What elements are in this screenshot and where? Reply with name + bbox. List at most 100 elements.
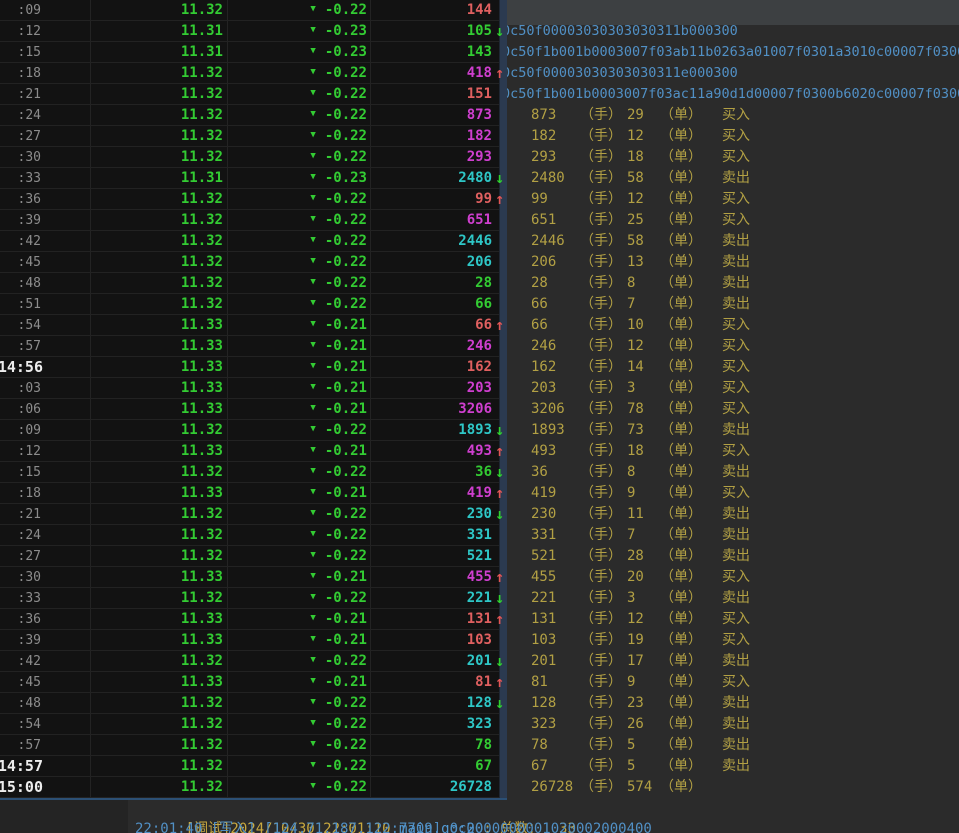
tick-arrow-cell [494,105,506,125]
tick-change-value: -0.22 [325,128,367,144]
down-triangle-icon: ▼ [310,697,315,707]
tick-row[interactable]: :1211.31▼-0.23105↓ [0,21,507,42]
trade-volume: 103 [531,630,580,651]
tick-row[interactable]: :1211.33▼-0.21493↑ [0,441,507,462]
tick-row[interactable]: :3911.32▼-0.22651 [0,210,507,231]
tick-row[interactable]: :3011.32▼-0.22293 [0,147,507,168]
tick-row[interactable]: :3911.33▼-0.21103 [0,630,507,651]
tick-row[interactable]: 14:5611.33▼-0.21162 [0,357,507,378]
screen: 0c50f00003030303030311b0003000c50f1b001b… [0,0,959,833]
console-line-trade: 36（手）8（单）卖出 [507,462,959,483]
tick-row[interactable]: :2711.32▼-0.22521 [0,546,507,567]
tick-row[interactable]: 14:5711.32▼-0.2267 [0,756,507,777]
tick-row[interactable]: :4811.32▼-0.2228 [0,273,507,294]
down-triangle-icon: ▼ [310,571,315,581]
lots-unit-label: （手） [580,546,627,567]
console-line-trade: 66（手）10（单）买入 [507,315,959,336]
tick-time: :36 [0,609,91,629]
tick-time: :39 [0,210,91,230]
tick-change: ▼-0.22 [228,462,371,482]
tick-volume: 873 [371,105,494,125]
tick-change-value: -0.21 [325,632,367,648]
orders-unit-label: （单） [660,252,722,273]
tick-rows: :0911.32▼-0.22144:1211.31▼-0.23105↓:1511… [0,0,507,798]
tick-row[interactable]: :3611.33▼-0.21131↑ [0,609,507,630]
trade-volume: 66 [531,294,580,315]
tick-row[interactable]: :4211.32▼-0.222446 [0,231,507,252]
tick-price: 11.32 [91,294,228,314]
tick-time: :24 [0,525,91,545]
tick-price: 11.33 [91,399,228,419]
tick-price: 11.33 [91,441,228,461]
lots-unit-label: （手） [580,714,627,735]
lots-unit-label: （手） [580,651,627,672]
trade-direction: 买入 [722,378,750,399]
tick-row[interactable]: :4511.33▼-0.2181↑ [0,672,507,693]
tick-row[interactable]: :4211.32▼-0.22201↓ [0,651,507,672]
tick-row[interactable]: :2111.32▼-0.22151 [0,84,507,105]
trade-volume: 203 [531,378,580,399]
tick-volume: 151 [371,84,494,104]
tick-row[interactable]: :3311.32▼-0.22221↓ [0,588,507,609]
tick-volume: 203 [371,378,494,398]
trade-direction: 买入 [722,210,750,231]
tick-row[interactable]: :1811.32▼-0.22418↑ [0,63,507,84]
console-line-trade: 2446（手）58（单）卖出 [507,231,959,252]
console-line-trade: 203（手）3（单）买入 [507,378,959,399]
tick-change: ▼ -0.22 [228,210,371,230]
trade-order-count: 574 [627,777,660,798]
tick-row[interactable]: :5411.32▼-0.22323 [0,714,507,735]
tick-row[interactable]: :5711.33▼-0.21246 [0,336,507,357]
tick-row[interactable]: :0611.33▼-0.213206 [0,399,507,420]
console-line-trade: 182（手）12（单）买入 [507,126,959,147]
console-line-trade: 651（手）25（单）买入 [507,210,959,231]
tick-volume: 81 [371,672,494,692]
tick-row[interactable]: 15:0011.32▼-0.2226728 [0,777,507,798]
tick-change-value: -0.22 [325,695,367,711]
tick-row[interactable]: :5711.32▼-0.2278 [0,735,507,756]
tick-volume: 66 [371,315,494,335]
tick-price: 11.32 [91,252,228,272]
trade-order-count: 12 [627,609,660,630]
tick-row[interactable]: :3311.31▼-0.232480↓ [0,168,507,189]
tick-row[interactable]: :2411.32▼-0.22873 [0,105,507,126]
tick-row[interactable]: :2711.32▼-0.22182 [0,126,507,147]
tick-price: 11.32 [91,714,228,734]
tick-row[interactable]: :3611.32▼-0.2299↑ [0,189,507,210]
tick-volume: 419 [371,483,494,503]
tick-row[interactable]: :0911.32▼-0.22144 [0,0,507,21]
trade-order-count: 14 [627,357,660,378]
tick-change-value: -0.21 [325,611,367,627]
tick-row[interactable]: :3011.33▼-0.21455↑ [0,567,507,588]
tick-row[interactable]: :1511.31▼-0.23143 [0,42,507,63]
tick-row[interactable]: :2111.32▼-0.22230↓ [0,504,507,525]
tick-arrow-cell [494,756,506,776]
tick-price: 11.32 [91,84,228,104]
tick-row[interactable]: :1811.33▼-0.21419↑ [0,483,507,504]
down-triangle-icon: ▼ [310,214,315,224]
tick-row[interactable]: :0311.33▼-0.21203 [0,378,507,399]
trade-order-count: 13 [627,252,660,273]
tick-volume: 418 [371,63,494,83]
tick-row[interactable]: :4511.32▼-0.22206 [0,252,507,273]
tick-row[interactable]: :0911.32▼-0.221893↓ [0,420,507,441]
tick-arrow-cell [494,0,506,20]
tick-row[interactable]: :5111.32▼-0.2266 [0,294,507,315]
tick-volume: 78 [371,735,494,755]
tick-row[interactable]: :2411.32▼-0.22331 [0,525,507,546]
trade-order-count: 11 [627,504,660,525]
down-triangle-icon: ▼ [310,256,315,266]
tick-row[interactable]: :1511.32▼-0.2236↓ [0,462,507,483]
tick-row[interactable]: :5411.33▼-0.2166↑ [0,315,507,336]
tick-price: 11.32 [91,693,228,713]
trade-order-count: 5 [627,735,660,756]
orders-unit-label: （单） [660,147,722,168]
tick-row[interactable]: :4811.32▼-0.22128↓ [0,693,507,714]
tick-price: 11.33 [91,336,228,356]
orders-unit-label: （单） [660,672,722,693]
trade-order-count: 19 [627,630,660,651]
trade-volume: 201 [531,651,580,672]
tick-change-value: -0.22 [325,65,367,81]
console-line-trade: 493（手）18（单）买入 [507,441,959,462]
tick-change-value: -0.22 [325,212,367,228]
